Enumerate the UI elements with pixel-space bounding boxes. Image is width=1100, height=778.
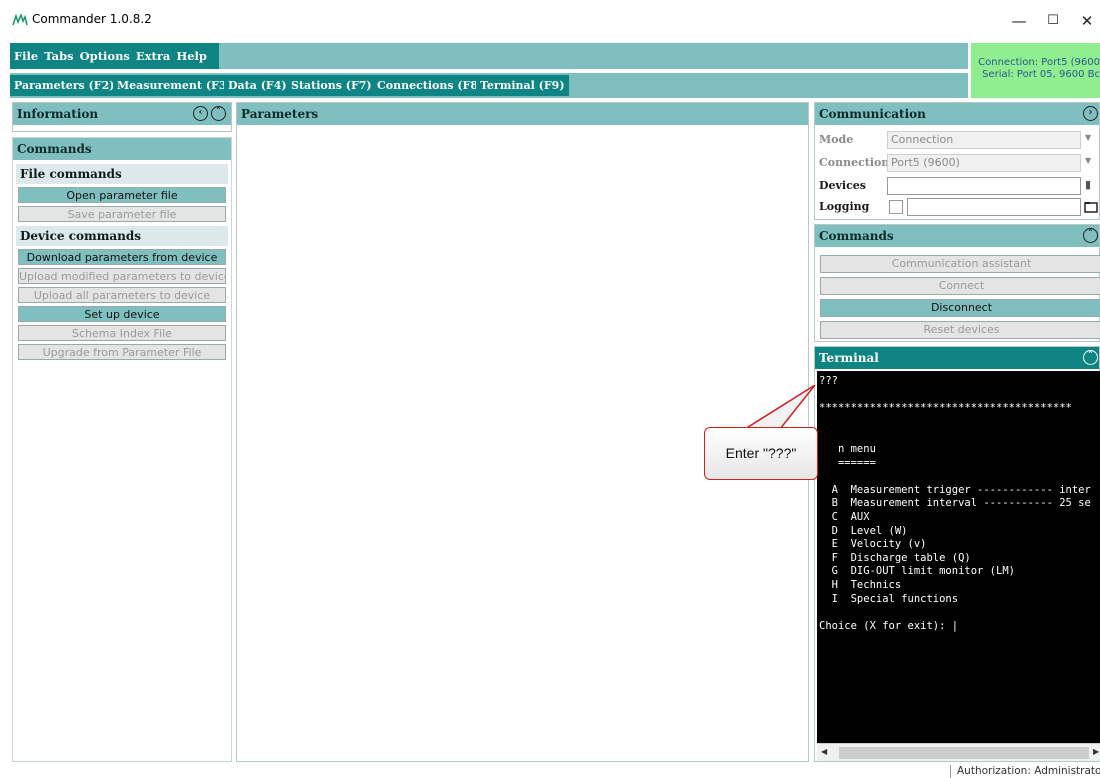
information-title: Information xyxy=(17,107,99,121)
reset-devices-button[interactable]: Reset devices xyxy=(820,321,1100,339)
logging-label: Logging xyxy=(819,200,870,213)
right-commands-header: Commands ˄ xyxy=(815,225,1099,247)
upload-modified-parameters-button[interactable]: Upload modified parameters to device xyxy=(18,268,226,284)
terminal-horizontal-scrollbar[interactable]: ◀ ▶ xyxy=(817,743,1100,761)
collapse-terminal-icon[interactable]: ˄ xyxy=(1083,350,1098,365)
communication-title: Communication xyxy=(819,107,926,121)
collapse-up-icon[interactable]: ˄ xyxy=(211,106,226,121)
download-parameters-button[interactable]: Download parameters from device xyxy=(18,249,226,265)
tab-stations[interactable]: Stations (F7) xyxy=(287,75,376,96)
information-panel: Information ‹ ˄ xyxy=(12,102,232,132)
scroll-right-icon[interactable]: ▶ xyxy=(1093,747,1099,756)
terminal-output[interactable]: ??? ************************************… xyxy=(817,371,1100,743)
connect-button[interactable]: Connect xyxy=(820,277,1100,295)
menu-tabs[interactable]: Tabs xyxy=(44,49,73,63)
tab-connections[interactable]: Connections (F8) xyxy=(373,75,488,96)
mode-dropdown-icon[interactable]: ▼ xyxy=(1085,133,1091,142)
connection-status-line2: Serial: Port 05, 9600 Bc xyxy=(982,69,1100,80)
menu-items: File Tabs Options Extra Help xyxy=(10,43,219,69)
mode-label: Mode xyxy=(819,133,854,146)
title-bar: Commander 1.0.8.2 — ☐ ✕ xyxy=(0,0,1100,40)
menu-help[interactable]: Help xyxy=(176,49,207,63)
minimize-button[interactable]: — xyxy=(1004,12,1034,30)
collapse-left-icon[interactable]: ‹ xyxy=(193,106,208,121)
tab-measurement[interactable]: Measurement (F3) xyxy=(113,75,236,96)
right-commands-title: Commands xyxy=(819,229,894,243)
device-commands-heading: Device commands xyxy=(16,226,228,246)
status-bar: Authorization: Administrato xyxy=(0,764,1100,778)
set-up-device-button[interactable]: Set up device xyxy=(18,306,226,322)
commands-panel: Commands File commands Open parameter fi… xyxy=(12,137,232,762)
commands-header: Commands xyxy=(13,138,231,160)
open-parameter-file-button[interactable]: Open parameter file xyxy=(18,187,226,203)
information-header: Information ‹ ˄ xyxy=(13,103,231,125)
connection-select[interactable]: Port5 (9600) xyxy=(887,154,1081,172)
maximize-button[interactable]: ☐ xyxy=(1038,12,1068,30)
menu-extra[interactable]: Extra xyxy=(136,49,170,63)
terminal-title: Terminal xyxy=(819,351,879,365)
devices-label: Devices xyxy=(819,179,866,192)
tab-bar: Parameters (F2) Measurement (F3) Data (F… xyxy=(10,73,968,98)
authorization-status: Authorization: Administrato xyxy=(950,765,1100,778)
right-commands-panel: Commands ˄ Communication assistant Conne… xyxy=(814,224,1100,342)
menu-file[interactable]: File xyxy=(14,49,38,63)
devices-field[interactable] xyxy=(887,177,1081,195)
app-logo-icon xyxy=(12,14,28,26)
window-title: Commander 1.0.8.2 xyxy=(32,12,152,26)
connection-label: Connection xyxy=(819,156,890,169)
callout-box: Enter "???" xyxy=(704,427,818,480)
mode-select[interactable]: Connection xyxy=(887,131,1081,149)
folder-icon[interactable] xyxy=(1084,201,1098,213)
logging-path-field[interactable] xyxy=(907,198,1081,216)
menu-options[interactable]: Options xyxy=(80,49,130,63)
tab-parameters[interactable]: Parameters (F2) xyxy=(10,75,119,96)
scroll-left-icon[interactable]: ◀ xyxy=(821,747,827,756)
connection-status: Connection: Port5 (9600 Serial: Port 05,… xyxy=(971,43,1100,98)
parameters-title: Parameters xyxy=(241,107,319,121)
connection-dropdown-icon[interactable]: ▼ xyxy=(1085,156,1091,165)
tab-terminal[interactable]: Terminal (F9) xyxy=(476,75,569,96)
upgrade-from-parameter-file-button[interactable]: Upgrade from Parameter File xyxy=(18,344,226,360)
terminal-panel: Terminal ˄ ??? *************************… xyxy=(814,346,1100,762)
scrollbar-thumb[interactable] xyxy=(839,747,1089,759)
communication-assistant-button[interactable]: Communication assistant xyxy=(820,255,1100,273)
close-button[interactable]: ✕ xyxy=(1072,12,1100,30)
schema-index-file-button[interactable]: Schema Index File xyxy=(18,325,226,341)
clear-devices-icon[interactable]: ▮ xyxy=(1085,178,1091,191)
menu-bar: File Tabs Options Extra Help xyxy=(10,43,968,69)
tab-data[interactable]: Data (F4) xyxy=(224,75,291,96)
connection-status-line1: Connection: Port5 (9600 xyxy=(978,57,1100,68)
commands-title: Commands xyxy=(17,142,92,156)
communication-panel: Communication › Mode Connection Connecti… xyxy=(814,102,1100,220)
terminal-header: Terminal ˄ xyxy=(815,347,1099,369)
collapse-right-icon[interactable]: › xyxy=(1083,106,1098,121)
upload-all-parameters-button[interactable]: Upload all parameters to device xyxy=(18,287,226,303)
parameters-header: Parameters xyxy=(237,103,808,125)
file-commands-heading: File commands xyxy=(16,164,228,184)
communication-header: Communication › xyxy=(815,103,1099,125)
save-parameter-file-button[interactable]: Save parameter file xyxy=(18,206,226,222)
disconnect-button[interactable]: Disconnect xyxy=(820,299,1100,317)
collapse-commands-icon[interactable]: ˄ xyxy=(1083,228,1098,243)
logging-checkbox[interactable] xyxy=(889,200,903,214)
